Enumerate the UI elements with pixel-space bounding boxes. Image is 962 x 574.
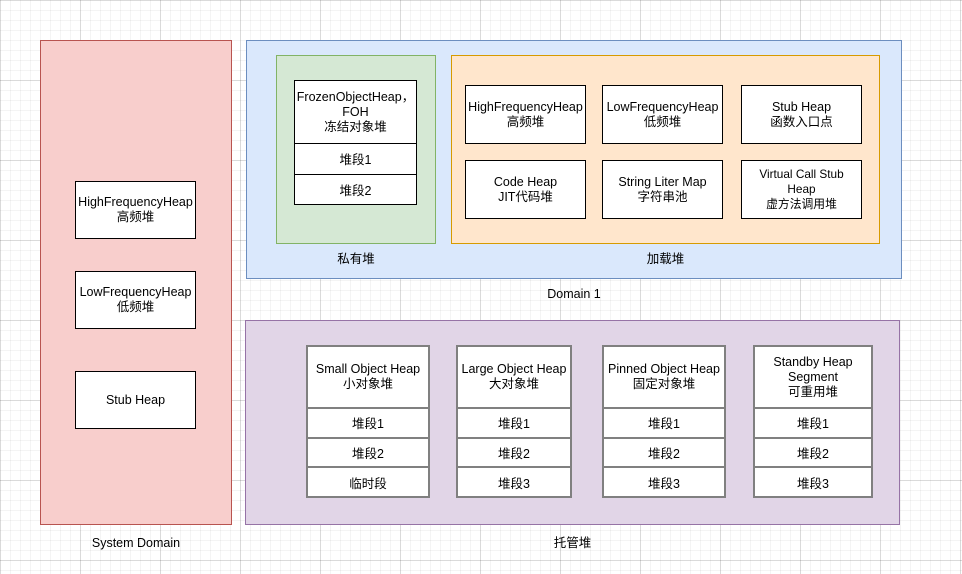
heap-segment-row[interactable]: 堆段1	[308, 407, 428, 437]
loader-heap-node-low-frequency-heap[interactable]: LowFrequencyHeap 低频堆	[602, 85, 723, 144]
node-title-en: LowFrequencyHeap	[79, 285, 192, 299]
node-title-en: Virtual Call Stub Heap	[759, 167, 844, 196]
managed-heap-node-standby-heap-segment[interactable]: Standby Heap Segment 可重用堆 堆段1 堆段2 堆段3	[753, 345, 873, 498]
node-title-en: Standby Heap	[773, 354, 853, 369]
node-title-cn: 冻结对象堆	[324, 119, 387, 134]
heap-segment-row[interactable]: 堆段1	[458, 407, 570, 437]
system-domain-node-stub-heap[interactable]: Stub Heap	[75, 371, 196, 429]
node-header: Standby Heap Segment 可重用堆	[755, 347, 871, 407]
heap-segment-row[interactable]: 堆段1	[755, 407, 871, 437]
loader-heap-node-string-liter-map[interactable]: String Liter Map 字符串池	[602, 160, 723, 219]
managed-heap-node-small-object-heap[interactable]: Small Object Heap 小对象堆 堆段1 堆段2 临时段	[306, 345, 430, 498]
node-title-en: Stub Heap	[771, 99, 832, 114]
system-domain-node-high-frequency-heap[interactable]: HighFrequencyHeap 高频堆	[75, 181, 196, 239]
node-title-en: Large Object Heap	[461, 362, 567, 376]
node-title-cn: 虚方法调用堆	[766, 197, 837, 211]
system-domain-node-low-frequency-heap[interactable]: LowFrequencyHeap 低频堆	[75, 271, 196, 329]
heap-segment-row[interactable]: 堆段2	[458, 436, 570, 467]
node-title-en: Pinned Object Heap	[608, 362, 720, 376]
node-title-cn: 大对象堆	[488, 377, 539, 391]
node-title-cn: 低频堆	[116, 300, 155, 314]
private-heap-caption: 私有堆	[337, 252, 375, 266]
heap-segment-row[interactable]: 堆段1	[604, 407, 724, 437]
node-title-en: HighFrequencyHeap	[78, 195, 193, 209]
heap-segment-row[interactable]: 堆段2	[755, 436, 871, 467]
node-title-cn: 字符串池	[637, 189, 688, 204]
heap-segment-row[interactable]: 临时段	[308, 466, 428, 496]
private-heap-node-frozen-object-heap[interactable]: FrozenObjectHeap， FOH 冻结对象堆 堆段1 堆段2	[294, 80, 417, 205]
node-title-en: LowFrequencyHeap	[606, 99, 719, 114]
node-title-en: Small Object Heap	[315, 362, 421, 376]
system-domain-caption: System Domain	[91, 536, 181, 550]
loader-heap-node-virtual-call-stub-heap[interactable]: Virtual Call Stub Heap 虚方法调用堆	[741, 160, 862, 219]
node-title-cn: 函数入口点	[770, 114, 833, 129]
node-title-en: String Liter Map	[618, 174, 707, 189]
node-title-cn: 高频堆	[116, 210, 155, 224]
managed-heap-node-large-object-heap[interactable]: Large Object Heap 大对象堆 堆段1 堆段2 堆段3	[456, 345, 572, 498]
heap-segment-row[interactable]: 堆段2	[308, 436, 428, 467]
node-title-cn: JIT代码堆	[498, 189, 553, 204]
node-title-en: FrozenObjectHeap，	[296, 89, 415, 104]
node-title-en: Code Heap	[493, 174, 558, 189]
node-title-en2: FOH	[342, 104, 369, 119]
node-header: Large Object Heap 大对象堆	[458, 347, 570, 407]
heap-segment-row[interactable]: 堆段2	[604, 436, 724, 467]
managed-heap-caption: 托管堆	[553, 536, 592, 550]
loader-heap-node-high-frequency-heap[interactable]: HighFrequencyHeap 高频堆	[465, 85, 586, 144]
heap-segment-row[interactable]: 堆段2	[295, 173, 416, 205]
loader-heap-node-stub-heap[interactable]: Stub Heap 函数入口点	[741, 85, 862, 144]
managed-heap-node-pinned-object-heap[interactable]: Pinned Object Heap 固定对象堆 堆段1 堆段2 堆段3	[602, 345, 726, 498]
node-title-en2: Segment	[787, 369, 839, 384]
heap-segment-row[interactable]: 堆段3	[458, 466, 570, 496]
node-header: Small Object Heap 小对象堆	[308, 347, 428, 407]
loader-heap-node-code-heap[interactable]: Code Heap JIT代码堆	[465, 160, 586, 219]
heap-segment-row[interactable]: 堆段1	[295, 143, 416, 174]
loader-heap-caption: 加载堆	[646, 252, 685, 266]
node-title-cn: 小对象堆	[342, 377, 393, 391]
node-title-cn: 可重用堆	[787, 384, 838, 399]
node-title-en: HighFrequencyHeap	[468, 99, 583, 114]
node-title-cn: 固定对象堆	[632, 377, 696, 391]
node-title-cn: 高频堆	[506, 114, 545, 129]
node-header: Pinned Object Heap 固定对象堆	[604, 347, 724, 407]
heap-segment-row[interactable]: 堆段3	[755, 466, 871, 496]
node-header: FrozenObjectHeap， FOH 冻结对象堆	[295, 81, 416, 143]
heap-segment-row[interactable]: 堆段3	[604, 466, 724, 496]
domain1-caption: Domain 1	[547, 287, 601, 301]
diagram-canvas: HighFrequencyHeap 高频堆 LowFrequencyHeap 低…	[0, 0, 962, 574]
node-title-en: Stub Heap	[105, 392, 166, 407]
node-title-cn: 低频堆	[643, 114, 682, 129]
